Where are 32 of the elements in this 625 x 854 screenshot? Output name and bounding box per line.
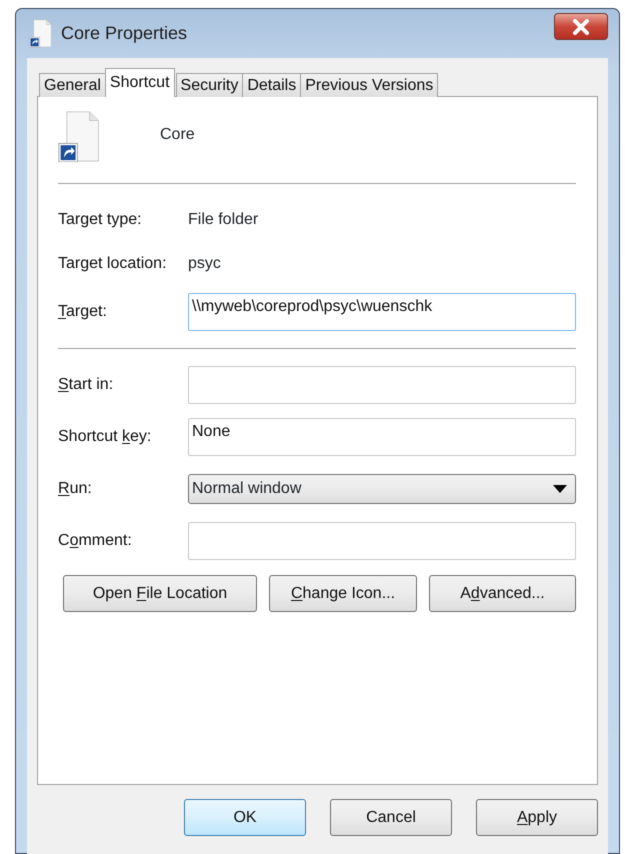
- dropdown-arrow-icon: [553, 485, 567, 493]
- input-field[interactable]: \\myweb\coreprod\psyc\wuenschk: [188, 293, 576, 331]
- field-label: Start in:: [58, 375, 114, 395]
- field-label: Shortcut key:: [58, 427, 152, 447]
- input-field[interactable]: [188, 366, 576, 404]
- dropdown[interactable]: Normal window: [188, 474, 576, 504]
- dialog-button[interactable]: Cancel: [330, 799, 452, 836]
- input-field[interactable]: None: [188, 418, 576, 456]
- action-button[interactable]: Open File Location: [63, 575, 257, 612]
- field-value: File folder: [188, 210, 258, 230]
- field-label: Target type:: [58, 210, 143, 230]
- tab[interactable]: General: [39, 73, 106, 97]
- field-value: psyc: [188, 254, 221, 274]
- input-field[interactable]: [188, 522, 576, 560]
- dialog-button[interactable]: Apply: [476, 799, 598, 836]
- tab[interactable]: Shortcut: [104, 68, 175, 97]
- dialog-button[interactable]: OK: [184, 799, 306, 836]
- shortcut-file-icon: [29, 19, 53, 48]
- file-name: Core: [160, 125, 195, 145]
- close-button[interactable]: [554, 13, 608, 40]
- field-label: Run:: [58, 479, 93, 499]
- shortcut-file-icon: [58, 110, 102, 162]
- field-label: Comment:: [58, 531, 133, 551]
- field-label: Target location:: [58, 254, 168, 274]
- tab[interactable]: Previous Versions: [300, 73, 438, 97]
- action-button[interactable]: Advanced...: [429, 575, 576, 612]
- window-title: Core Properties: [61, 22, 188, 45]
- tab[interactable]: Security: [176, 73, 244, 97]
- tab[interactable]: Details: [242, 73, 302, 97]
- close-icon: [572, 18, 590, 34]
- action-button[interactable]: Change Icon...: [269, 575, 417, 612]
- field-label: Target:: [58, 302, 108, 322]
